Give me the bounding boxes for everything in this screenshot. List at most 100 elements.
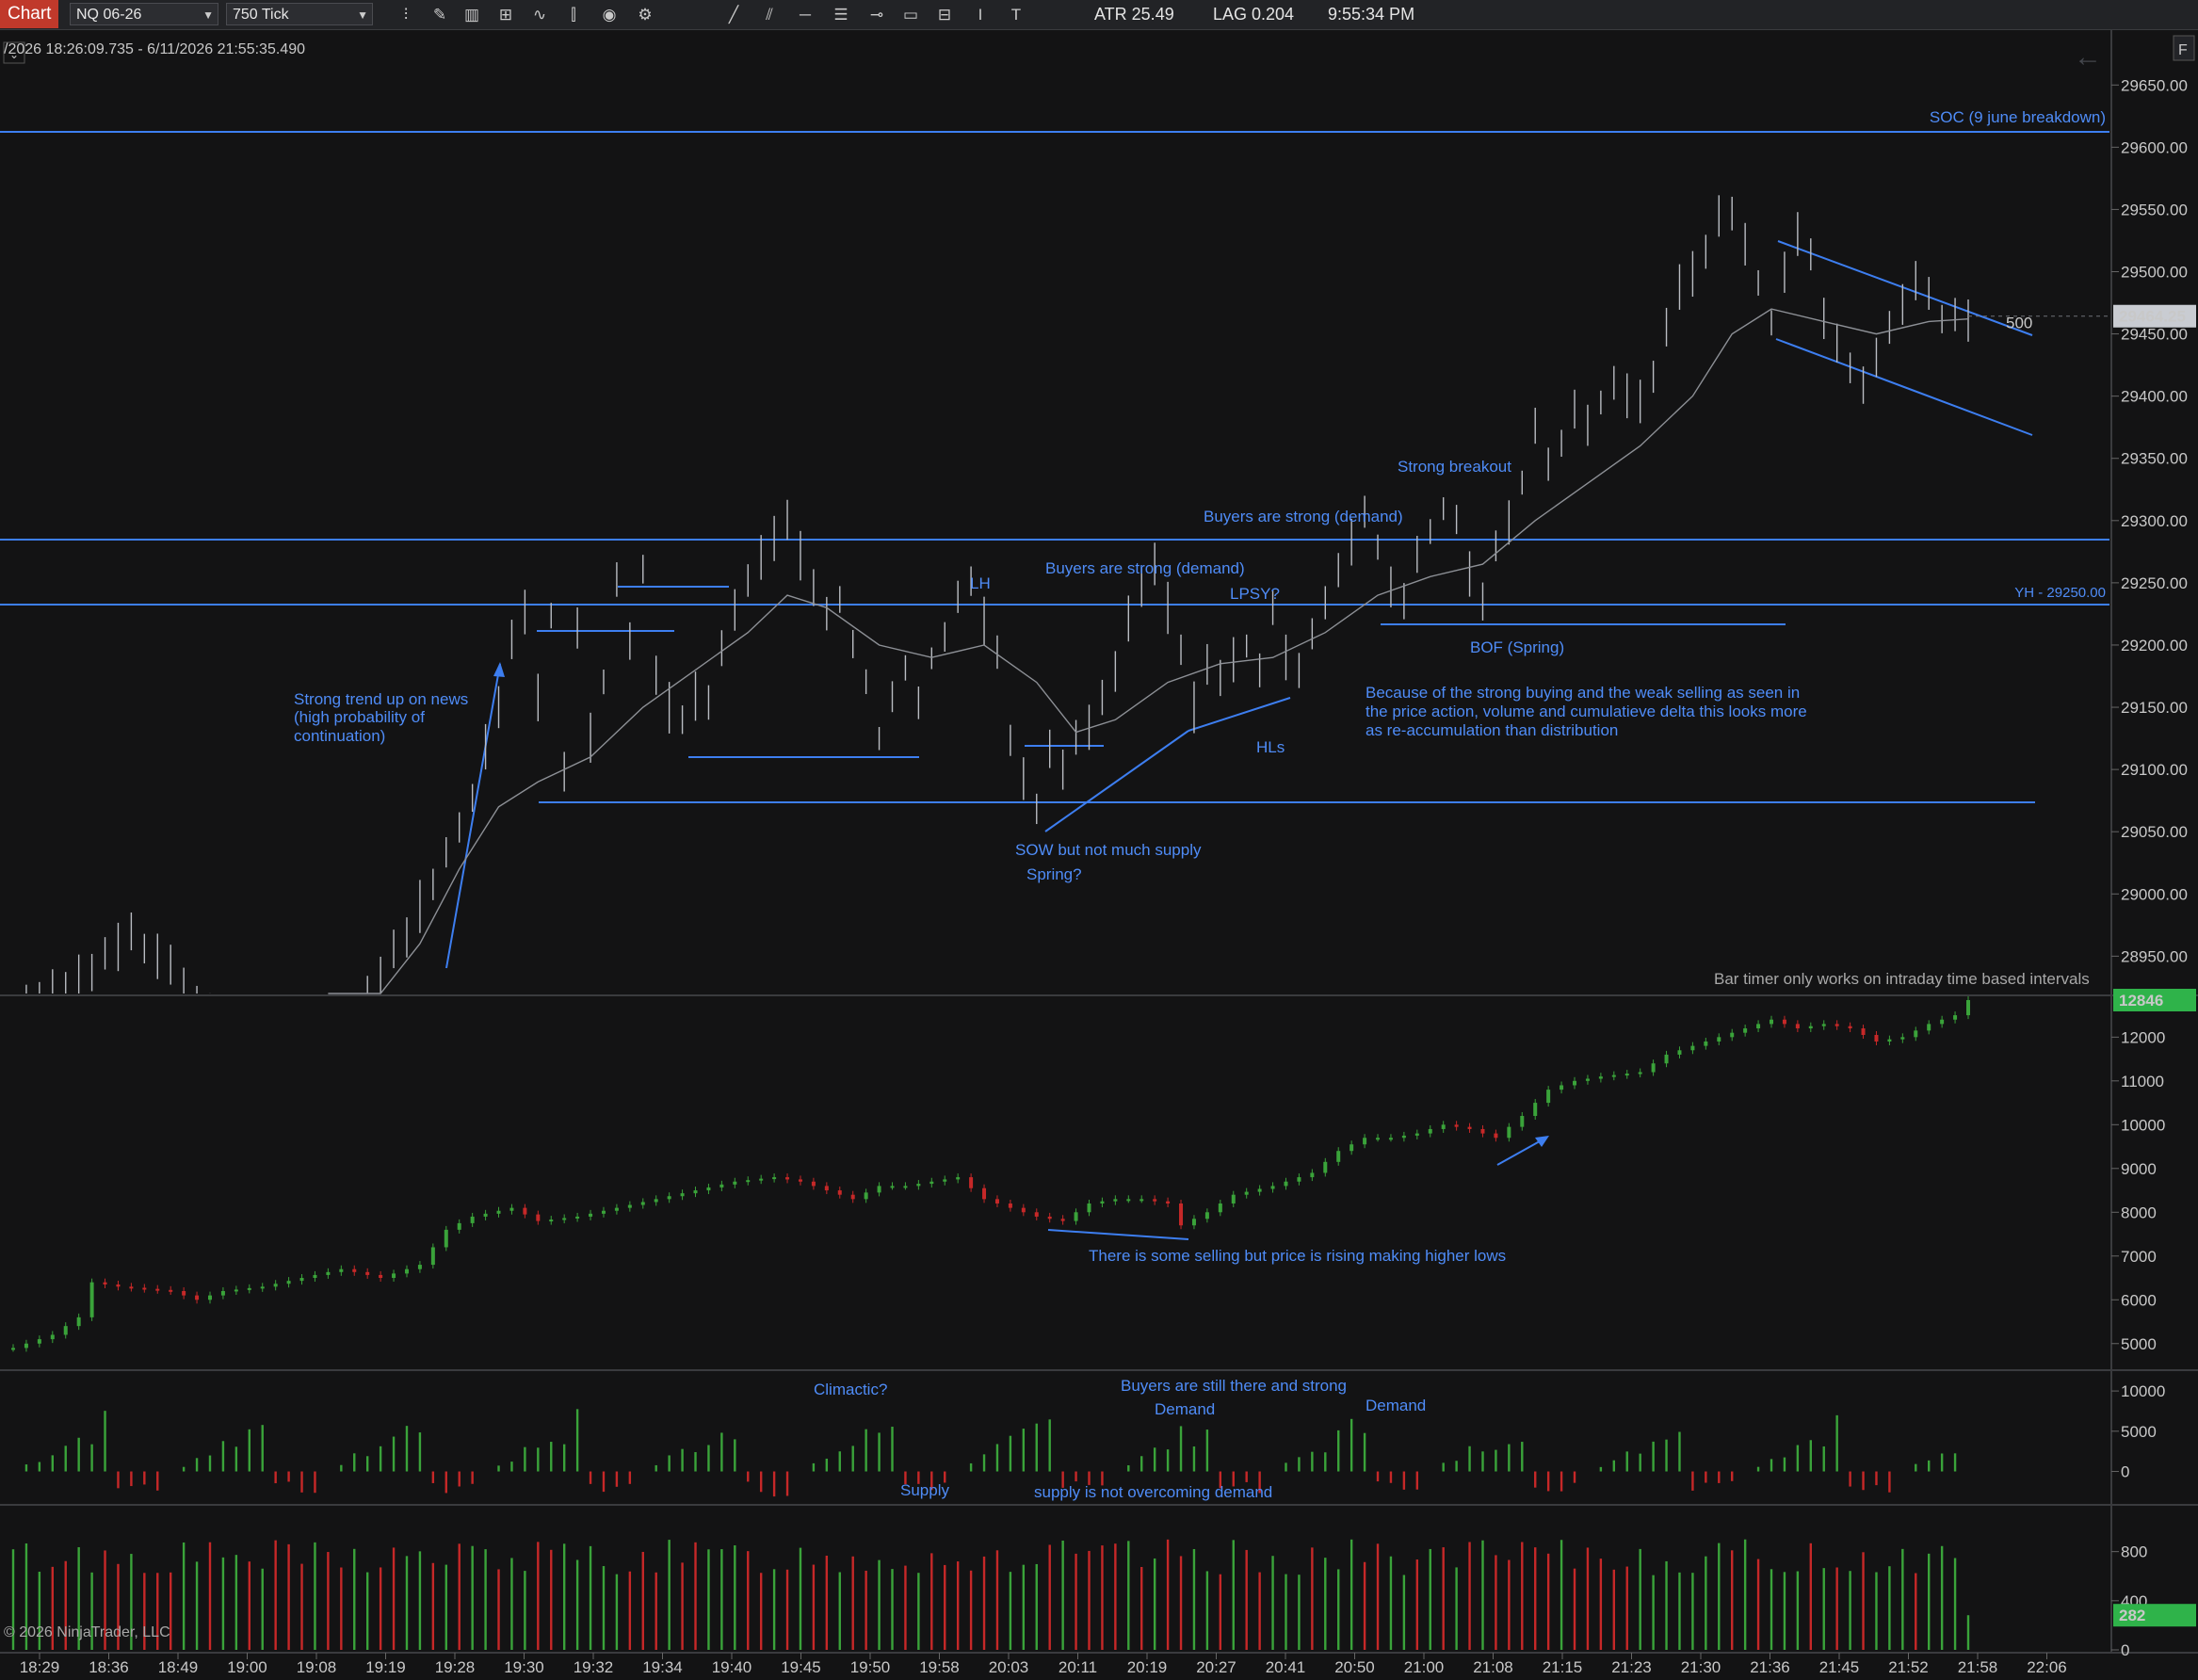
delta-candle: [182, 1290, 186, 1296]
delta-candle: [76, 1317, 81, 1327]
delta-candle: [706, 1187, 711, 1191]
delta-candle: [11, 1348, 15, 1350]
delta-bar: [1534, 1471, 1537, 1488]
selling-note: There is some selling but price is risin…: [1089, 1247, 1506, 1265]
delta-candle: [943, 1179, 947, 1182]
volume-bar: [300, 1563, 303, 1650]
delta-candle: [536, 1214, 541, 1221]
delta-candle: [1454, 1124, 1459, 1127]
delta-candle: [1927, 1024, 1931, 1031]
delta-candle: [1887, 1039, 1892, 1042]
price-axis-tick-label: 29000.00: [2121, 885, 2188, 903]
delta-candle: [234, 1289, 238, 1292]
volume-bar: [340, 1567, 343, 1650]
channel-lower-line[interactable]: [1775, 338, 2033, 436]
volume-bar: [1442, 1547, 1445, 1650]
delta-bar: [1048, 1419, 1051, 1472]
delta-bar: [747, 1471, 750, 1482]
volume-value-badge-label: 282: [2119, 1607, 2145, 1624]
price-axis-tick-label: 29150.00: [2121, 699, 2188, 717]
delta-candle: [1166, 1201, 1171, 1203]
delta-bar: [1468, 1446, 1471, 1472]
delta-candle: [430, 1247, 435, 1266]
delta-candle: [1585, 1078, 1590, 1081]
arrow-head-icon: [493, 662, 505, 677]
price-axis-tick-label: 29550.00: [2121, 201, 2188, 218]
volume-bar: [458, 1543, 461, 1650]
higher-lows-trendline-2[interactable]: [1188, 697, 1291, 732]
delta-bar: [1862, 1471, 1865, 1491]
price-axis-tick-label: 29300.00: [2121, 512, 2188, 530]
back-arrow-icon[interactable]: ←: [2074, 41, 2102, 73]
delta-bar: [24, 1464, 28, 1472]
volume-bar: [956, 1561, 960, 1650]
delta-candle: [1388, 1138, 1393, 1140]
volume-bar: [995, 1550, 999, 1650]
volume-bar: [734, 1545, 736, 1650]
delta-candle: [326, 1271, 331, 1275]
delta-candle: [864, 1192, 868, 1200]
delta-axis-tick-label: 10000: [2121, 1116, 2165, 1134]
volume-bar: [484, 1549, 487, 1650]
delta-candle: [1336, 1151, 1341, 1162]
volume-bar: [720, 1549, 723, 1650]
x-axis-tick-label: 19:40: [712, 1658, 752, 1676]
delta-candle: [1533, 1103, 1538, 1117]
date-range: /2026 18:26:09.735 - 6/11/2026 21:55:35.…: [4, 41, 305, 57]
channel-upper-line[interactable]: [1777, 240, 2033, 336]
delta-bar: [1573, 1471, 1576, 1483]
volume-bar: [1796, 1571, 1800, 1650]
volume-bar: [1455, 1567, 1458, 1650]
delta-bar: [1705, 1471, 1707, 1483]
x-axis-tick-label: 19:50: [850, 1658, 891, 1676]
volume-bar: [772, 1569, 776, 1650]
volume-bar: [1691, 1573, 1694, 1650]
x-axis-tick-label: 18:49: [158, 1658, 199, 1676]
delta-bar: [248, 1429, 251, 1472]
delta-candle: [1204, 1212, 1209, 1220]
delta-bar: [1455, 1461, 1458, 1472]
volume-bar: [851, 1556, 854, 1650]
osc-axis-tick-label: 10000: [2121, 1382, 2165, 1400]
volume-bar: [405, 1556, 409, 1650]
volume-bar: [917, 1573, 920, 1650]
volume-bar: [1652, 1575, 1655, 1650]
delta-bar: [1192, 1446, 1196, 1472]
volume-bar: [1862, 1552, 1865, 1650]
delta-candle: [24, 1343, 28, 1349]
delta-candle: [379, 1274, 383, 1279]
delta-bar: [274, 1471, 277, 1484]
volume-bar: [1258, 1572, 1261, 1650]
x-axis-tick-label: 20:19: [1127, 1658, 1168, 1676]
supply-label: Supply: [900, 1481, 949, 1499]
volume-bar: [497, 1569, 500, 1650]
delta-bar: [1389, 1471, 1393, 1483]
delta-candle: [1021, 1207, 1026, 1213]
chart-area[interactable]: /2026 18:26:09.735 - 6/11/2026 21:55:35.…: [0, 0, 2198, 1680]
volume-bar: [641, 1551, 644, 1650]
strong-trend-label: Strong trend up on news: [294, 690, 468, 708]
delta-bar: [1285, 1462, 1287, 1472]
delta-candle: [680, 1193, 685, 1197]
volume-bar: [1232, 1540, 1235, 1650]
delta-candle: [496, 1210, 501, 1214]
delta-axis-tick-label: 9000: [2121, 1160, 2157, 1178]
delta-candle: [1467, 1126, 1472, 1129]
delta-candle: [1414, 1133, 1419, 1136]
delta-bar: [1652, 1441, 1655, 1472]
delta-bar: [562, 1444, 566, 1472]
delta-candle: [169, 1289, 173, 1292]
volume-bar: [1875, 1572, 1878, 1650]
delta-bar: [1205, 1430, 1209, 1472]
delta-bar: [104, 1411, 106, 1472]
delta-candle: [37, 1339, 41, 1344]
delta-candle: [1047, 1216, 1052, 1220]
volume-bar: [1402, 1575, 1406, 1650]
delta-candle: [772, 1177, 777, 1180]
delta-candle: [746, 1180, 751, 1183]
price-axis-tick-label: 29350.00: [2121, 450, 2188, 468]
volume-bar: [969, 1570, 973, 1650]
delta-bar: [759, 1471, 763, 1493]
delta-bar: [1639, 1453, 1641, 1472]
delta-bar: [1665, 1439, 1668, 1472]
